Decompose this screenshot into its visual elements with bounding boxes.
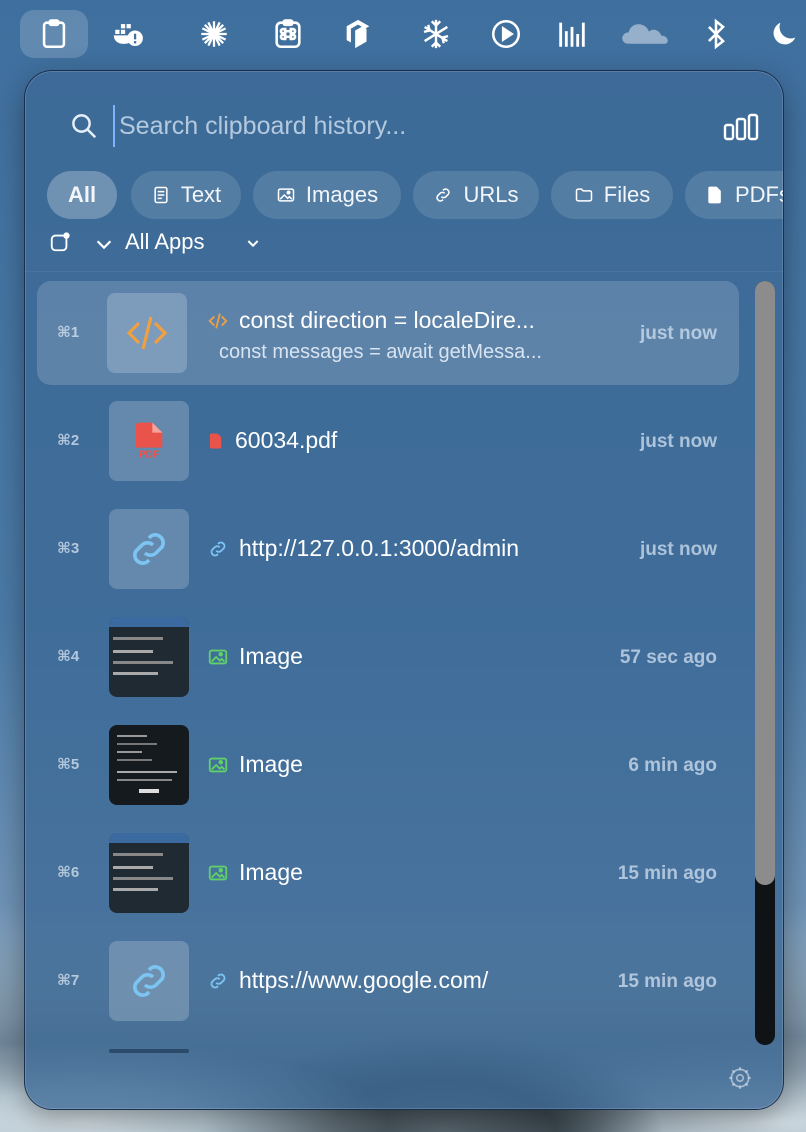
cloudflare-icon[interactable] [614, 10, 676, 58]
bluetooth-icon[interactable] [692, 10, 740, 58]
image-icon [208, 865, 228, 880]
item-title-text: Image [239, 859, 303, 885]
item-thumbnail: PDF [109, 401, 189, 481]
item-preview: const messages = await getMessa... [219, 341, 542, 363]
list-item[interactable]: ⌘5 Image 6 min ago [37, 713, 739, 817]
moon-icon[interactable] [760, 10, 806, 58]
item-time: just now [639, 323, 717, 344]
item-title: Image [207, 859, 303, 886]
item-title: https://www.google.com/ [207, 967, 488, 994]
shortcut-label: ⌘1 [57, 324, 80, 341]
perplexity-icon[interactable] [190, 10, 238, 58]
link-icon [210, 541, 226, 556]
list-item[interactable]: ⌘6 Image 15 min ago [37, 821, 739, 925]
item-time: just now [639, 431, 717, 452]
item-title: 60034.pdf [207, 427, 337, 454]
clipboard-list: ⌘1 const direction = localeDire... const… [25, 71, 783, 1109]
code-icon [126, 316, 168, 350]
list-item[interactable]: ⌘4 Image 57 sec ago [37, 605, 739, 709]
item-title: http://127.0.0.1:3000/admin [207, 535, 519, 562]
clipboard-panel: All Text Images URLs Files PDFs All Apps [24, 70, 784, 1110]
item-title-text: Image [239, 751, 303, 777]
pdf-thumb-label: PDF [139, 450, 159, 461]
link-icon [133, 533, 165, 565]
shortcut-label: ⌘2 [57, 432, 80, 449]
list-item[interactable]: ⌘3 http://127.0.0.1:3000/admin just now [37, 497, 739, 601]
item-title-text: http://127.0.0.1:3000/admin [239, 535, 520, 561]
item-time: just now [639, 539, 717, 560]
item-time: 57 sec ago [619, 647, 717, 668]
shortcut-label: ⌘5 [57, 756, 80, 773]
item-thumbnail [109, 1049, 189, 1053]
pdf-icon [210, 433, 222, 448]
scrollbar-thumb[interactable] [755, 281, 775, 885]
image-thumbnail [109, 617, 189, 697]
menu-bar [0, 0, 806, 68]
image-thumbnail [109, 725, 189, 805]
docker-alert-icon[interactable] [104, 10, 152, 58]
link-icon [133, 965, 165, 997]
list-item[interactable]: ⌘2 PDF 60034.pdf just now [37, 389, 739, 493]
clipboard-menu-icon[interactable] [20, 10, 88, 58]
item-title-text: 60034.pdf [235, 427, 338, 453]
item-thumbnail [107, 293, 187, 373]
item-title: Image [207, 751, 303, 778]
equalizer-icon[interactable] [548, 10, 596, 58]
item-thumbnail [109, 941, 189, 1021]
shortcut-label: ⌘4 [57, 648, 80, 665]
shortcut-label: ⌘6 [57, 864, 80, 881]
item-title-text: https://www.google.com/ [239, 967, 489, 993]
shortcut-label: ⌘3 [57, 540, 80, 557]
command-clipboard-icon[interactable] [264, 10, 312, 58]
image-icon [208, 649, 228, 664]
item-title: Image [207, 643, 303, 670]
shortcut-label: ⌘7 [57, 972, 80, 989]
item-time: 15 min ago [617, 971, 717, 992]
list-item[interactable]: ⌘7 https://www.google.com/ 15 min ago [37, 929, 739, 1033]
snowflake-app-icon[interactable] [412, 10, 460, 58]
image-thumbnail [109, 833, 189, 913]
item-title-text: const direction = localeDire... [239, 307, 535, 333]
code-icon [208, 312, 228, 329]
list-item[interactable] [37, 1037, 739, 1057]
scrollbar[interactable] [755, 281, 775, 1045]
item-title: const direction = localeDire... [207, 307, 535, 334]
play-circle-icon[interactable] [482, 10, 530, 58]
pdf-file-icon: PDF [135, 422, 163, 461]
link-icon [210, 973, 226, 988]
gear-icon[interactable] [727, 1065, 753, 1091]
item-thumbnail [109, 509, 189, 589]
item-time: 6 min ago [628, 755, 717, 776]
cube-icon[interactable] [334, 10, 382, 58]
item-time: 15 min ago [617, 863, 717, 884]
item-title-text: Image [239, 643, 303, 669]
image-icon [208, 757, 228, 772]
list-item[interactable]: ⌘1 const direction = localeDire... const… [37, 281, 739, 385]
